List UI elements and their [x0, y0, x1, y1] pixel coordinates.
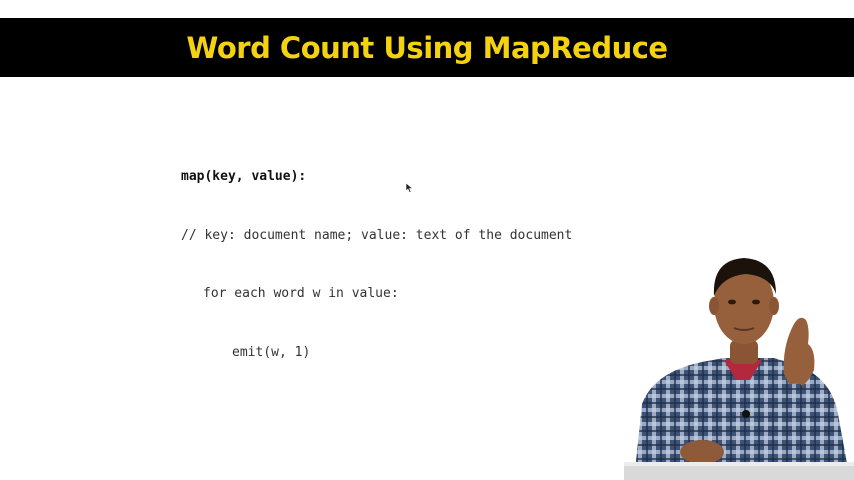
- slide-title: Word Count Using MapReduce: [186, 30, 668, 65]
- code-line-loop: for each word w in value:: [203, 286, 399, 301]
- code-line-body: emit(w, 1): [232, 344, 311, 360]
- presenter-video: [624, 258, 854, 480]
- code-line-comment: // key: document name; value: text of th…: [181, 227, 573, 243]
- title-bar: Word Count Using MapReduce: [0, 18, 854, 77]
- code-line-signature: map(key, value):: [181, 169, 307, 184]
- top-strip: [0, 0, 854, 18]
- mouse-pointer-icon: [406, 183, 414, 193]
- code-block: map(key, value): // key: document name; …: [181, 128, 572, 382]
